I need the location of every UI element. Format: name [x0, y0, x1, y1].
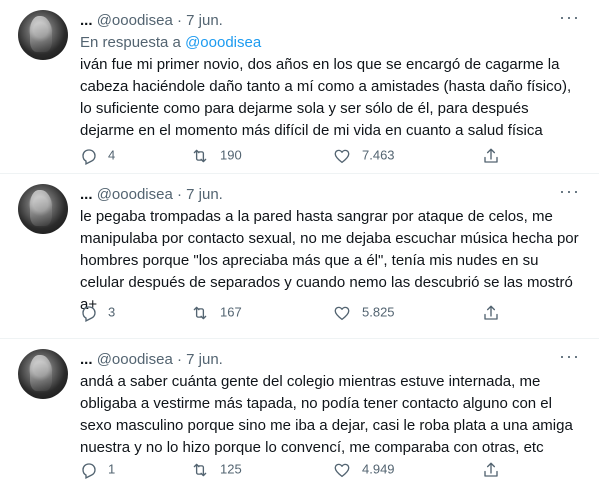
like-button[interactable]: 5.825 [332, 302, 395, 322]
reply-button[interactable]: 4 [80, 145, 115, 165]
retweet-count: 125 [220, 461, 242, 477]
tweet-actions: 3 167 5.825 [80, 302, 520, 322]
retweet-count: 167 [220, 304, 242, 320]
tweet[interactable]: ... @ooodisea · 7 jun. ··· En respuesta … [0, 0, 599, 174]
reply-button[interactable]: 3 [80, 302, 115, 322]
tweet-date[interactable]: 7 jun. [186, 12, 223, 29]
tweet-header: ... @ooodisea · 7 jun. ··· [80, 182, 579, 206]
reply-button[interactable]: 1 [80, 459, 115, 479]
share-icon [484, 462, 498, 477]
user-handle[interactable]: @ooodisea [97, 351, 173, 368]
like-count: 5.825 [362, 304, 395, 320]
tweet-header: ... @ooodisea · 7 jun. ··· [80, 8, 579, 32]
reply-count: 1 [108, 461, 116, 477]
share-icon [484, 305, 498, 320]
reply-icon [82, 148, 96, 165]
retweet-button[interactable]: 125 [190, 459, 242, 479]
tweet-actions: 4 190 7.463 [80, 145, 520, 165]
reply-to-prefix: En respuesta a [80, 34, 181, 51]
like-count: 7.463 [362, 147, 395, 163]
like-button[interactable]: 4.949 [332, 459, 395, 479]
reply-count: 3 [108, 304, 116, 320]
display-name[interactable]: ... [80, 351, 93, 368]
tweet[interactable]: ... @ooodisea · 7 jun. ··· le pegaba tro… [0, 174, 599, 339]
avatar[interactable] [18, 184, 68, 234]
tweet-header: ... @ooodisea · 7 jun. ··· [80, 347, 579, 371]
avatar[interactable] [18, 10, 68, 60]
reply-icon [82, 462, 96, 479]
tweet[interactable]: ... @ooodisea · 7 jun. ··· andá a saber … [0, 339, 599, 489]
retweet-icon [193, 149, 207, 162]
reply-context: En respuesta a @ooodisea [80, 32, 261, 54]
more-icon[interactable]: ··· [559, 8, 579, 32]
tweet-actions: 1 125 4.949 [80, 459, 520, 479]
user-handle[interactable]: @ooodisea [97, 186, 173, 203]
display-name[interactable]: ... [80, 186, 93, 203]
reply-count: 4 [108, 147, 116, 163]
separator: · [176, 12, 182, 29]
reply-icon [82, 305, 96, 322]
retweet-icon [193, 306, 207, 319]
like-count: 4.949 [362, 461, 395, 477]
tweet-date[interactable]: 7 jun. [186, 351, 223, 368]
tweet-text: le pegaba trompadas a la pared hasta san… [80, 208, 579, 313]
share-button[interactable] [482, 459, 510, 479]
retweet-button[interactable]: 167 [190, 302, 242, 322]
more-icon[interactable]: ··· [559, 347, 579, 371]
like-button[interactable]: 7.463 [332, 145, 395, 165]
heart-icon [334, 306, 350, 320]
share-button[interactable] [482, 145, 510, 165]
avatar[interactable] [18, 349, 68, 399]
separator: · [176, 186, 182, 203]
heart-icon [334, 463, 350, 477]
user-handle[interactable]: @ooodisea [97, 12, 173, 29]
separator: · [176, 351, 182, 368]
reply-to-handle[interactable]: @ooodisea [185, 34, 261, 51]
display-name[interactable]: ... [80, 12, 93, 29]
retweet-icon [193, 463, 207, 476]
retweet-button[interactable]: 190 [190, 145, 242, 165]
tweet-text: iván fue mi primer novio, dos años en lo… [80, 56, 572, 139]
tweet-text: andá a saber cuánta gente del colegio mi… [80, 373, 573, 456]
heart-icon [334, 149, 350, 163]
retweet-count: 190 [220, 147, 242, 163]
share-button[interactable] [482, 302, 510, 322]
share-icon [484, 148, 498, 163]
tweet-date[interactable]: 7 jun. [186, 186, 223, 203]
more-icon[interactable]: ··· [559, 182, 579, 206]
